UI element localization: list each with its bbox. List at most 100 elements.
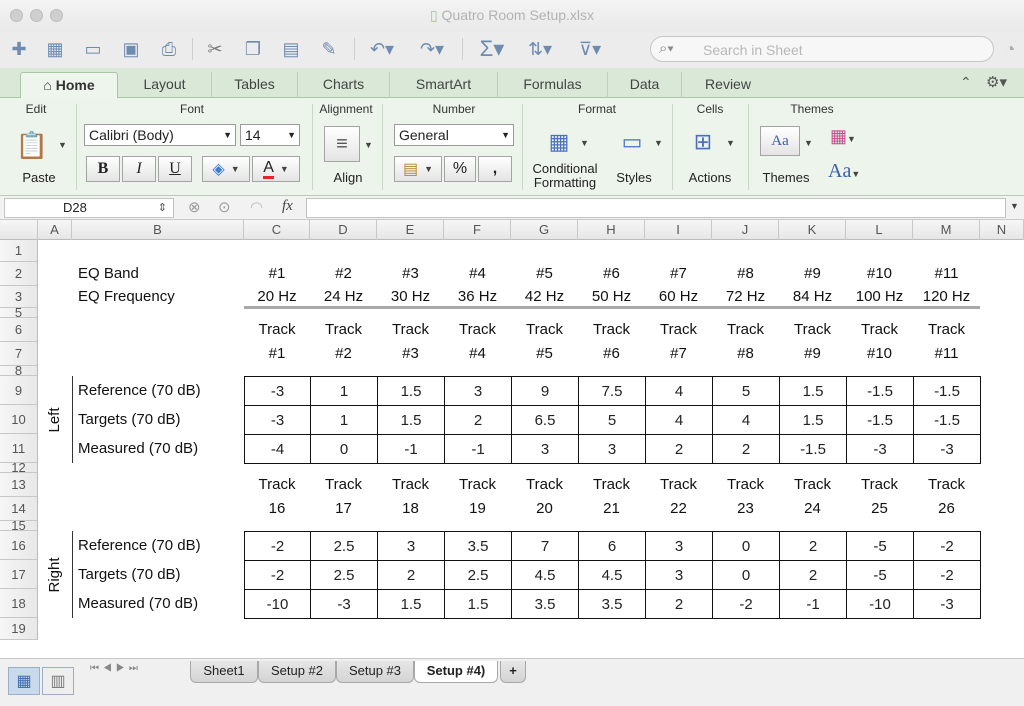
right-row-label[interactable]: Reference (70 dB) [78,531,201,560]
left-track-word-cell[interactable]: Track [578,318,645,342]
percent-button[interactable]: % [444,156,476,182]
right-track-word-cell[interactable]: Track [779,473,846,497]
left-track-word-cell[interactable]: Track [310,318,377,342]
underline-button[interactable]: U [158,156,192,182]
right-table-cell[interactable]: 4.5 [511,560,579,590]
left-track-word-cell[interactable]: Track [645,318,712,342]
left-track-word-cell[interactable]: Track [779,318,846,342]
tab-charts[interactable]: Charts [298,72,390,98]
left-table-cell[interactable]: 0 [310,434,378,464]
align-icon[interactable]: ≡ [324,126,360,162]
right-table-cell[interactable]: 3 [645,531,713,561]
row-header-1[interactable]: 1 [0,240,38,262]
column-header-k[interactable]: K [779,220,846,240]
sheet-tab[interactable]: Setup #2 [258,661,336,683]
right-track-number-cell[interactable]: 17 [310,497,377,521]
autosum-icon[interactable]: Σ▾ [472,36,512,62]
column-header-b[interactable]: B [72,220,244,240]
conditional-formatting-dropdown-icon[interactable]: ▼ [580,138,589,148]
right-table-cell[interactable]: 3.5 [511,589,579,619]
search-field[interactable]: ⌕▾ Search in Sheet [650,36,994,62]
styles-icon[interactable]: ▭ [612,124,652,160]
font-name-select[interactable]: Calibri (Body) ▼ [84,124,236,146]
right-table-cell[interactable]: 2 [377,560,445,590]
left-table-cell[interactable]: -4 [244,434,311,464]
font-color-button[interactable]: A ▼ [252,156,300,182]
left-track-number-cell[interactable]: #7 [645,342,712,366]
worksheet-grid[interactable]: ABCDEFGHIJKLMN 1 2 3 5 6 7 8 9 10 11 12 13 14 15 16 17 1… [0,220,1024,658]
theme-fonts-button[interactable]: Aa▼ [828,160,860,183]
styles-button-label[interactable]: Styles [606,170,662,185]
theme-colors-icon[interactable]: ▦▼ [830,126,856,147]
eq-frequency-label[interactable]: EQ Frequency [78,286,175,308]
right-table-cell[interactable]: 2.5 [310,531,378,561]
left-table-cell[interactable]: 5 [712,376,780,406]
eq-band-label[interactable]: EQ Band [78,262,139,286]
gear-icon[interactable]: ⚙▾ [986,73,1007,91]
tab-tables[interactable]: Tables [212,72,298,98]
left-track-word-cell[interactable]: Track [444,318,511,342]
right-table-cell[interactable]: 2 [645,589,713,619]
left-table-cell[interactable]: 4 [712,405,780,435]
left-track-number-cell[interactable]: #3 [377,342,444,366]
right-table-cell[interactable]: 7 [511,531,579,561]
column-header-l[interactable]: L [846,220,913,240]
right-table-cell[interactable]: -10 [244,589,311,619]
row-header-17[interactable]: 17 [0,560,38,589]
eq-band-cell[interactable]: #8 [712,262,779,286]
left-table-cell[interactable]: 1.5 [377,376,445,406]
left-track-number-cell[interactable]: #11 [913,342,980,366]
sheet-tab[interactable]: Setup #4) [414,661,498,683]
right-track-number-cell[interactable]: 24 [779,497,846,521]
right-track-word-cell[interactable]: Track [712,473,779,497]
number-format-select[interactable]: General ▼ [394,124,514,146]
left-table-cell[interactable]: -3 [244,376,311,406]
row-header-13[interactable]: 13 [0,473,38,497]
left-table-cell[interactable]: 5 [578,405,646,435]
open-icon[interactable]: ▭ [80,36,106,62]
right-track-number-cell[interactable]: 22 [645,497,712,521]
page-layout-view-button[interactable]: ▥ [42,667,74,695]
tab-layout[interactable]: Layout [118,72,212,98]
right-track-number-cell[interactable]: 26 [913,497,980,521]
right-track-word-cell[interactable]: Track [444,473,511,497]
right-table-cell[interactable]: 2.5 [444,560,512,590]
sheet-tab[interactable]: Sheet1 [190,661,258,683]
eq-band-cell[interactable]: #9 [779,262,846,286]
row-header-3[interactable]: 3 [0,286,38,308]
row-header-10[interactable]: 10 [0,405,38,434]
row-header-15[interactable]: 15 [0,521,38,531]
left-track-number-cell[interactable]: #8 [712,342,779,366]
sheet-nav-arrows-icon[interactable]: ⏮◀▶⏭ [90,663,142,674]
confirm-icon[interactable]: ⊙ [218,198,231,216]
right-table-cell[interactable]: -2 [244,531,311,561]
left-table-cell[interactable]: -1.5 [779,434,847,464]
right-table-cell[interactable]: 2 [779,560,847,590]
left-table-cell[interactable]: 6.5 [511,405,579,435]
right-table-cell[interactable]: -2 [913,560,981,590]
left-table-cell[interactable]: 2 [444,405,512,435]
select-all-corner[interactable] [0,220,38,240]
left-table-cell[interactable]: 3 [578,434,646,464]
column-header-d[interactable]: D [310,220,377,240]
right-track-word-cell[interactable]: Track [377,473,444,497]
left-track-word-cell[interactable]: Track [244,318,310,342]
redo-icon[interactable]: ↷▾ [412,36,452,62]
left-table-cell[interactable]: -1.5 [846,376,914,406]
eq-band-cell[interactable]: #4 [444,262,511,286]
left-table-cell[interactable]: -1 [377,434,445,464]
italic-button[interactable]: I [122,156,156,182]
conditional-formatting-icon[interactable]: ▦ [540,124,578,160]
column-header-g[interactable]: G [511,220,578,240]
name-box[interactable]: D28 ⇕ [4,198,174,218]
eq-band-cell[interactable]: #7 [645,262,712,286]
eq-band-cell[interactable]: #5 [511,262,578,286]
right-track-word-cell[interactable]: Track [310,473,377,497]
column-header-e[interactable]: E [377,220,444,240]
left-track-number-cell[interactable]: #10 [846,342,913,366]
left-row-label[interactable]: Targets (70 dB) [78,405,181,434]
eq-frequency-cell[interactable]: 24 Hz [310,286,377,308]
row-header-5[interactable]: 5 [0,308,38,318]
left-table-cell[interactable]: 9 [511,376,579,406]
tab-formulas[interactable]: Formulas [498,72,608,98]
